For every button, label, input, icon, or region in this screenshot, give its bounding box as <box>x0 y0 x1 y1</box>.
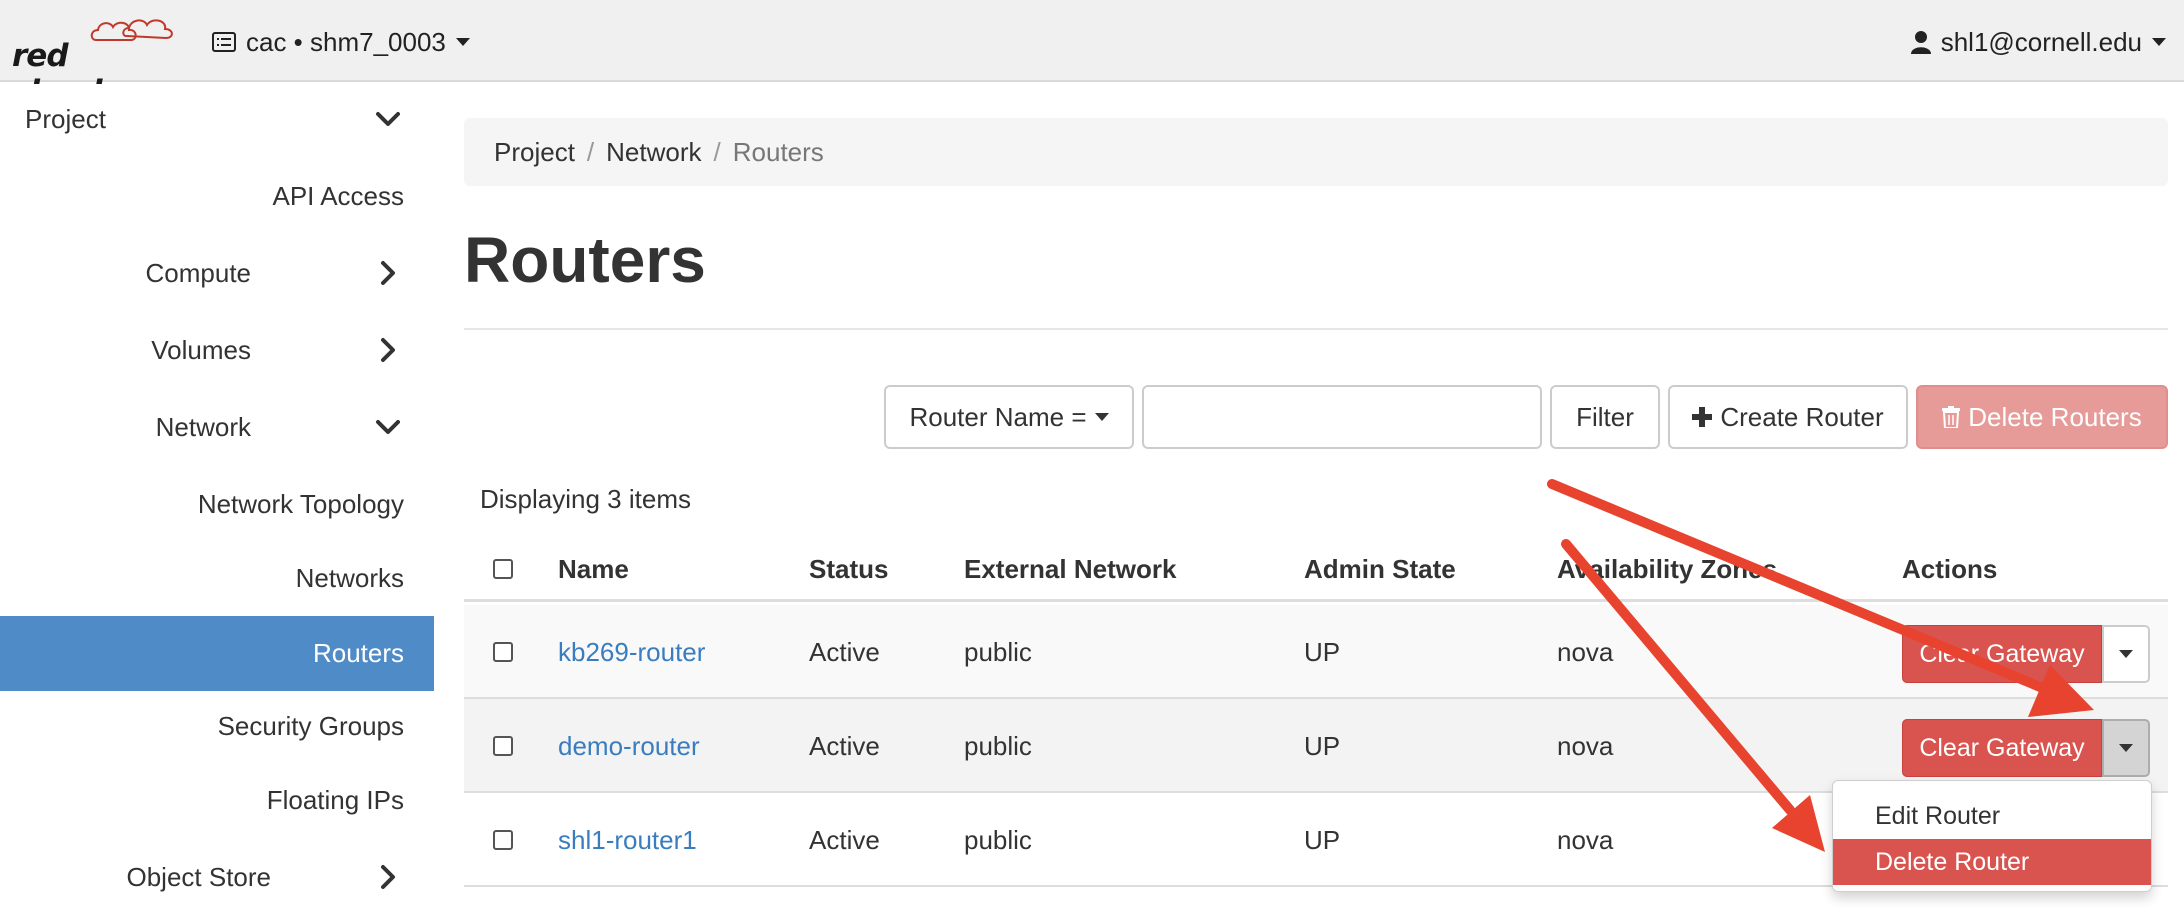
sidebar-item-object-store[interactable]: Object Store <box>0 842 434 912</box>
title-divider <box>464 328 2168 330</box>
filter-button[interactable]: Filter <box>1550 385 1660 449</box>
sidebar-item-project[interactable]: Project <box>0 84 434 154</box>
caret-down-icon <box>2119 650 2133 658</box>
edit-router-menu-item[interactable]: Edit Router <box>1833 793 2151 839</box>
project-switcher-label: cac • shm7_0003 <box>246 26 446 57</box>
router-availability-zone: nova <box>1557 637 1614 667</box>
table-row: kb269-router Active public UP nova Clear… <box>464 605 2168 699</box>
sidebar-item-label: API Access <box>272 181 405 211</box>
sidebar-item-routers[interactable]: Routers <box>0 616 434 691</box>
breadcrumb-routers: Routers <box>732 136 824 167</box>
breadcrumb: Project / Network / Routers <box>464 118 2168 186</box>
column-header-availability-zones[interactable]: Availability Zones <box>1557 536 1777 602</box>
sidebar-item-label: Network Topology <box>197 489 404 519</box>
user-menu[interactable]: shl1@cornell.edu <box>1910 24 2166 60</box>
red-cloud-logo[interactable]: red cloud <box>12 16 173 110</box>
create-router-button[interactable]: Create Router <box>1668 385 1908 449</box>
router-admin-state: UP <box>1304 825 1341 855</box>
router-availability-zone: nova <box>1557 731 1614 761</box>
filter-button-label: Filter <box>1576 401 1634 432</box>
row-checkbox[interactable] <box>493 642 513 662</box>
row-checkbox[interactable] <box>493 830 513 850</box>
filter-field-label: Router Name = <box>909 401 1087 432</box>
sidebar-item-network-topology[interactable]: Network Topology <box>0 469 434 539</box>
clear-gateway-button[interactable]: Clear Gateway <box>1902 719 2102 777</box>
router-status: Active <box>809 825 880 855</box>
sidebar-item-label: Floating IPs <box>266 785 404 815</box>
user-icon <box>1910 31 1931 54</box>
sidebar: Project API Access Compute Volumes Netwo… <box>0 84 434 910</box>
sidebar-item-label: Routers <box>312 638 404 668</box>
filter-input[interactable] <box>1142 385 1542 449</box>
column-header-external-network[interactable]: External Network <box>964 536 1176 602</box>
delete-router-menu-item[interactable]: Delete Router <box>1833 839 2151 885</box>
router-status: Active <box>809 637 880 667</box>
select-all-checkbox[interactable] <box>493 559 513 579</box>
router-status: Active <box>809 731 880 761</box>
caret-down-icon <box>2119 744 2133 752</box>
trash-icon <box>1942 406 1961 428</box>
router-admin-state: UP <box>1304 637 1341 667</box>
sidebar-item-security-groups[interactable]: Security Groups <box>0 691 434 761</box>
chevron-right-icon <box>381 865 395 889</box>
sidebar-item-label: Network <box>155 412 251 442</box>
sidebar-item-label: Project <box>25 104 106 134</box>
router-name-link[interactable]: demo-router <box>558 699 700 793</box>
breadcrumb-network[interactable]: Network <box>606 137 701 168</box>
router-admin-state: UP <box>1304 731 1341 761</box>
caret-down-icon <box>1094 413 1109 421</box>
caret-down-icon <box>455 38 470 46</box>
create-router-label: Create Router <box>1720 401 1884 432</box>
column-header-status[interactable]: Status <box>809 536 888 602</box>
breadcrumb-separator: / <box>586 136 595 167</box>
breadcrumb-separator: / <box>713 136 721 167</box>
actions-dropdown-toggle[interactable] <box>2102 719 2150 777</box>
router-name-link[interactable]: kb269-router <box>558 605 705 699</box>
row-checkbox[interactable] <box>493 736 513 756</box>
sidebar-item-network[interactable]: Network <box>0 392 434 462</box>
chevron-right-icon <box>381 338 395 362</box>
sidebar-item-volumes[interactable]: Volumes <box>0 315 434 385</box>
sidebar-item-label: Volumes <box>151 335 251 365</box>
delete-routers-button[interactable]: Delete Routers <box>1916 385 2168 449</box>
sidebar-item-compute[interactable]: Compute <box>0 238 434 308</box>
chevron-down-icon <box>376 420 400 434</box>
column-header-name[interactable]: Name <box>558 536 629 602</box>
delete-routers-label: Delete Routers <box>1968 401 2142 432</box>
filter-field-select[interactable]: Router Name = <box>884 385 1134 449</box>
actions-dropdown-toggle[interactable] <box>2102 625 2150 683</box>
clear-gateway-button[interactable]: Clear Gateway <box>1902 625 2102 683</box>
column-header-actions: Actions <box>1902 554 1998 584</box>
sidebar-item-api-access[interactable]: API Access <box>0 161 434 231</box>
sidebar-item-label: Networks <box>295 563 404 593</box>
row-actions-menu: Edit Router Delete Router <box>1832 780 2152 892</box>
router-external-network: public <box>964 731 1032 761</box>
router-name-link[interactable]: shl1-router1 <box>558 793 697 887</box>
table-row: demo-router Active public UP nova Clear … <box>464 699 2168 793</box>
top-navbar: red cloud cac • shm7_0003 shl1@cornell.e… <box>0 0 2184 110</box>
user-email: shl1@cornell.edu <box>1940 26 2142 57</box>
sidebar-item-label: Security Groups <box>217 711 404 741</box>
router-external-network: public <box>964 825 1032 855</box>
sidebar-item-networks[interactable]: Networks <box>0 543 434 613</box>
plus-icon <box>1692 407 1713 427</box>
router-availability-zone: nova <box>1557 825 1614 855</box>
item-count: Displaying 3 items <box>480 484 691 514</box>
chevron-down-icon <box>376 112 400 126</box>
project-switcher[interactable]: cac • shm7_0003 <box>212 24 470 60</box>
sidebar-item-label: Compute <box>145 258 252 288</box>
page-title: Routers <box>464 224 706 296</box>
caret-down-icon <box>2152 38 2166 46</box>
sidebar-item-floating-ips[interactable]: Floating IPs <box>0 765 434 835</box>
breadcrumb-project[interactable]: Project <box>494 137 575 168</box>
router-external-network: public <box>964 637 1032 667</box>
list-icon <box>212 32 236 52</box>
table-header: Name Status External Network Admin State… <box>464 536 2168 602</box>
sidebar-item-label: Object Store <box>126 862 271 892</box>
column-header-admin-state[interactable]: Admin State <box>1304 536 1456 602</box>
chevron-right-icon <box>381 261 395 285</box>
